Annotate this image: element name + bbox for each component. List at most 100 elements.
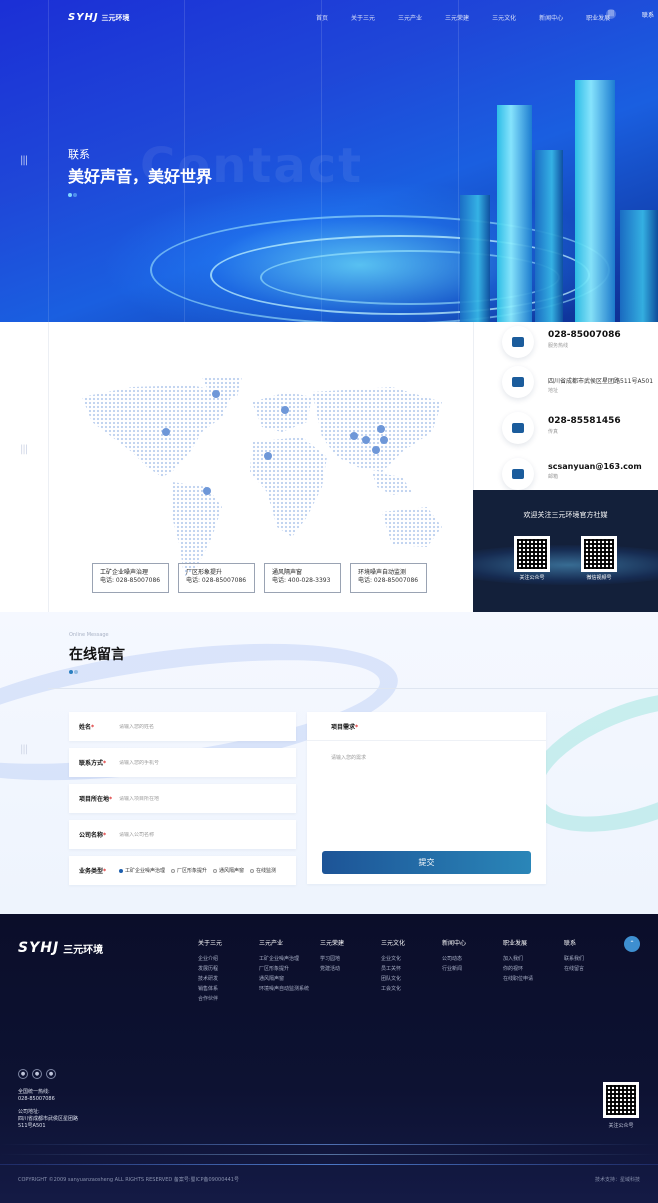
footer-link[interactable]: 行业新闻 [442, 967, 466, 972]
footer-link[interactable]: 联系我们 [564, 957, 584, 962]
office-phone: 电话: 028-85007086 [100, 577, 161, 584]
requirement-textarea[interactable] [331, 754, 531, 834]
side-menu-icon[interactable]: ||| [20, 744, 28, 755]
office-name: 厂区形象提升 [186, 569, 223, 576]
footer-qr-caption: 关注公众号 [608, 1123, 634, 1129]
radio-option[interactable]: 厂区形象提升 [171, 867, 207, 874]
wave-decoration [473, 545, 658, 585]
footer-link[interactable]: 合作伙伴 [198, 997, 222, 1002]
office-phone: 电话: 400-028-3393 [272, 577, 331, 584]
phone-label: 联系方式* [79, 760, 107, 767]
footer-col-title[interactable]: 新闻中心 [442, 938, 466, 947]
footer-link[interactable]: 环境噪声自动监测系统 [259, 987, 309, 992]
footer-link[interactable]: 工矿企业噪声治理 [259, 957, 309, 962]
company-input[interactable] [119, 831, 279, 838]
hero-banner: SYHJ 三元环境 首页 关于三元 三元产业 三元荣建 三元文化 新闻中心 职业… [0, 0, 658, 322]
map-marker[interactable] [372, 446, 380, 454]
business-type-label: 业务类型* [79, 868, 107, 875]
footer-logo[interactable]: SYHJ 三元环境 [18, 940, 103, 956]
mail-value[interactable]: scsanyuan@163.com [548, 462, 642, 471]
footer-link[interactable]: 团队文化 [381, 977, 405, 982]
world-map [82, 377, 442, 577]
logo-mark: SYHJ [68, 12, 99, 23]
fax-icon [502, 412, 534, 444]
footer-link[interactable]: 技术研发 [198, 977, 222, 982]
nav-contact[interactable]: ||| 联系 [606, 9, 658, 19]
footer-link[interactable]: 在线职位申请 [503, 977, 533, 982]
radio-option[interactable]: 通风隔声窗 [213, 867, 244, 874]
building [460, 195, 490, 322]
map-marker[interactable] [362, 436, 370, 444]
qq-icon[interactable]: ● [46, 1069, 56, 1079]
footer-col-title[interactable]: 三元荣建 [320, 938, 344, 947]
footer-link[interactable]: 销售体系 [198, 987, 222, 992]
site-logo[interactable]: SYHJ 三元环境 [68, 12, 130, 23]
office-card[interactable]: 环境噪声自动监测 电话: 028-85007086 [350, 563, 427, 593]
radio-option[interactable]: 工矿企业噪声治理 [119, 867, 165, 874]
side-menu-icon[interactable]: ||| [20, 155, 28, 166]
map-marker[interactable] [380, 436, 388, 444]
map-marker[interactable] [350, 432, 358, 440]
office-card[interactable]: 通风隔声窗 电话: 400-028-3393 [264, 563, 341, 593]
name-input[interactable] [119, 723, 279, 730]
footer-link[interactable]: 发展历程 [198, 967, 222, 972]
footer-link[interactable]: 公司动态 [442, 957, 466, 962]
footer-link[interactable]: 学习园地 [320, 957, 344, 962]
office-name: 环境噪声自动监测 [358, 569, 407, 576]
location-input[interactable] [119, 795, 279, 802]
footer-col-title[interactable]: 三元文化 [381, 938, 405, 947]
footer-link[interactable]: 企业文化 [381, 957, 405, 962]
footer-link[interactable]: 工会文化 [381, 987, 405, 992]
company-label: 公司名称* [79, 832, 107, 839]
wechat-icon[interactable]: ● [32, 1069, 42, 1079]
mail-icon [502, 458, 534, 490]
map-marker[interactable] [212, 390, 220, 398]
phone-input[interactable] [119, 759, 279, 766]
radio-option[interactable]: 在线监测 [250, 867, 276, 874]
phone-value[interactable]: 028-85007086 [548, 330, 621, 340]
contact-info: 028-85007086 服务热线 四川省成都市武侯区星团路511号A501 地… [473, 322, 658, 490]
office-card[interactable]: 工矿企业噪声治理 电话: 028-85007086 [92, 563, 169, 593]
light-streak [0, 1164, 658, 1165]
phone-icon [502, 326, 534, 358]
contact-section: ||| 工矿企业噪声治理 电话: 028-85007086 厂区形象提升 电话:… [0, 322, 658, 612]
footer-link[interactable]: 你的视环 [503, 967, 533, 972]
nav-home[interactable]: 首页 [316, 13, 328, 22]
nav-news[interactable]: 新闻中心 [539, 13, 563, 22]
footer-col-title[interactable]: 联系 [564, 938, 584, 947]
footer-link[interactable]: 党建活动 [320, 967, 344, 972]
map-marker[interactable] [377, 425, 385, 433]
submit-button[interactable]: 提交 [322, 851, 531, 874]
map-marker[interactable] [203, 487, 211, 495]
nav-culture[interactable]: 三元文化 [492, 13, 516, 22]
footer-col-party: 三元荣建 学习园地 党建活动 [320, 938, 344, 977]
grid-line [48, 322, 49, 612]
map-marker[interactable] [281, 406, 289, 414]
main-nav: 首页 关于三元 三元产业 三元荣建 三元文化 新闻中心 职业发展 ||| 联系 [316, 9, 654, 22]
tech-support-link[interactable]: 技术支持：星域科技 [595, 1176, 640, 1183]
footer-col-title[interactable]: 关于三元 [198, 938, 222, 947]
nav-about[interactable]: 关于三元 [351, 13, 375, 22]
footer-link[interactable]: 厂区形象提升 [259, 967, 309, 972]
footer-link[interactable]: 加入我们 [503, 957, 533, 962]
radio-icon [213, 868, 218, 873]
footer-logo-mark: SYHJ [18, 940, 60, 956]
side-menu-icon[interactable]: ||| [20, 444, 28, 455]
footer-link[interactable]: 通风隔声窗 [259, 977, 309, 982]
back-to-top-button[interactable]: ⌃ [624, 936, 640, 952]
building [535, 150, 563, 322]
map-marker[interactable] [264, 452, 272, 460]
weibo-icon[interactable]: ● [18, 1069, 28, 1079]
logo-text: 三元环境 [101, 13, 130, 22]
map-marker[interactable] [162, 428, 170, 436]
footer-link[interactable]: 企业介绍 [198, 957, 222, 962]
footer-link[interactable]: 员工关怀 [381, 967, 405, 972]
footer-col-title[interactable]: 职业发展 [503, 938, 533, 947]
office-card[interactable]: 厂区形象提升 电话: 028-85007086 [178, 563, 255, 593]
nav-party[interactable]: 三元荣建 [445, 13, 469, 22]
address-label: 公司地址: [18, 1109, 40, 1115]
nav-industry[interactable]: 三元产业 [398, 13, 422, 22]
footer-link[interactable]: 在线留言 [564, 967, 584, 972]
footer-col-title[interactable]: 三元产业 [259, 938, 309, 947]
radio-icon [171, 868, 176, 873]
